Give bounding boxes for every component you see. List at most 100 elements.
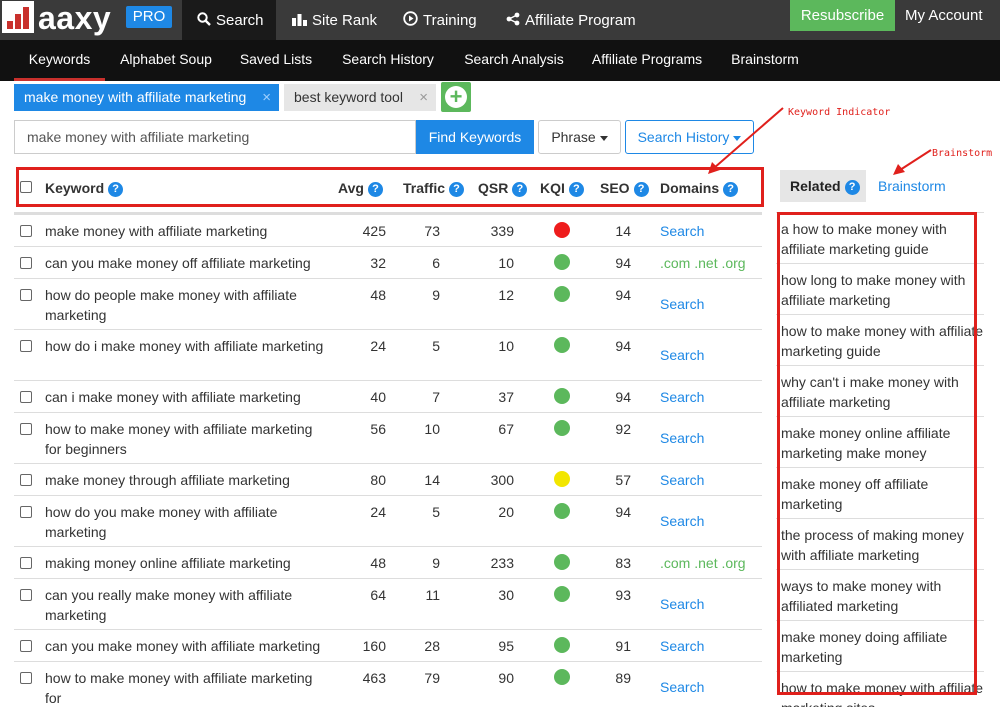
domains-search-link[interactable]: Search bbox=[660, 345, 704, 365]
row-keyword: can you make money off affiliate marketi… bbox=[45, 255, 311, 271]
keyword-search-input[interactable] bbox=[14, 120, 416, 154]
row-checkbox[interactable] bbox=[20, 340, 32, 352]
row-keyword: making money online affiliate marketing bbox=[45, 555, 291, 571]
row-checkbox[interactable] bbox=[20, 557, 32, 569]
aaxy-logo[interactable]: aaxy bbox=[2, 0, 112, 36]
table-row[interactable]: make money with affiliate marketing 425 … bbox=[14, 214, 762, 246]
row-keyword: make money through affiliate marketing bbox=[45, 472, 290, 488]
phrase-dropdown-label: Phrase bbox=[551, 129, 596, 145]
subnav-alphabet-soup[interactable]: Alphabet Soup bbox=[118, 40, 214, 81]
table-row[interactable]: can i make money with affiliate marketin… bbox=[14, 380, 762, 412]
row-qsr: 233 bbox=[490, 555, 514, 571]
row-avg: 425 bbox=[362, 223, 386, 239]
row-checkbox[interactable] bbox=[20, 257, 32, 269]
pro-badge: PRO bbox=[126, 6, 172, 28]
phrase-dropdown[interactable]: Phrase bbox=[538, 120, 621, 154]
table-row[interactable]: can you really make money with affiliate… bbox=[14, 578, 762, 629]
keyword-tag-active[interactable]: make money with affiliate marketing × bbox=[14, 84, 279, 111]
row-qsr: 95 bbox=[498, 638, 514, 654]
domains-search-link[interactable]: Search bbox=[660, 221, 704, 241]
row-checkbox[interactable] bbox=[20, 423, 32, 435]
domains-availability[interactable]: .com .net .org bbox=[660, 253, 746, 273]
table-row[interactable]: can you make money off affiliate marketi… bbox=[14, 246, 762, 278]
domains-search-link[interactable]: Search bbox=[660, 677, 704, 697]
related-panel-tabs: Related? Brainstorm bbox=[780, 170, 984, 202]
kqi-indicator bbox=[554, 222, 570, 238]
keyword-tag[interactable]: best keyword tool × bbox=[284, 84, 436, 111]
topnav-training[interactable]: Training bbox=[403, 0, 477, 40]
row-traffic: 5 bbox=[432, 338, 440, 354]
row-checkbox[interactable] bbox=[20, 474, 32, 486]
row-seo: 94 bbox=[615, 389, 631, 405]
row-seo: 89 bbox=[615, 670, 631, 686]
row-avg: 64 bbox=[370, 587, 386, 603]
table-row[interactable]: make money through affiliate marketing 8… bbox=[14, 463, 762, 495]
subnav-affiliate-programs[interactable]: Affiliate Programs bbox=[590, 40, 704, 81]
subnav-keywords[interactable]: Keywords bbox=[14, 40, 105, 81]
row-keyword: how do i make money with affiliate marke… bbox=[45, 338, 324, 354]
domains-availability[interactable]: .com .net .org bbox=[660, 553, 746, 573]
kqi-indicator bbox=[554, 637, 570, 653]
domains-search-link[interactable]: Search bbox=[660, 594, 704, 614]
tab-brainstorm[interactable]: Brainstorm bbox=[878, 170, 946, 202]
row-checkbox[interactable] bbox=[20, 640, 32, 652]
kqi-indicator bbox=[554, 254, 570, 270]
play-circle-icon bbox=[403, 11, 418, 29]
topnav-search[interactable]: Search bbox=[182, 0, 276, 40]
row-checkbox[interactable] bbox=[20, 672, 32, 684]
row-seo: 94 bbox=[615, 255, 631, 271]
my-account-menu[interactable]: My Account bbox=[905, 0, 1000, 52]
table-row[interactable]: making money online affiliate marketing … bbox=[14, 546, 762, 578]
topnav-affiliate-program[interactable]: Affiliate Program bbox=[506, 0, 636, 40]
table-row[interactable]: how do i make money with affiliate marke… bbox=[14, 329, 762, 380]
row-checkbox[interactable] bbox=[20, 506, 32, 518]
row-avg: 40 bbox=[370, 389, 386, 405]
find-keywords-button[interactable]: Find Keywords bbox=[416, 120, 534, 154]
topnav-site-rank-label: Site Rank bbox=[312, 11, 378, 29]
keyword-indicator-annotation: Keyword Indicator bbox=[788, 107, 891, 118]
logo-text: aaxy bbox=[38, 0, 112, 36]
keyword-indicator-highlight bbox=[16, 167, 764, 207]
resubscribe-button[interactable]: Resubscribe bbox=[790, 0, 895, 31]
close-icon[interactable]: × bbox=[419, 84, 428, 111]
domains-search-link[interactable]: Search bbox=[660, 470, 704, 490]
close-icon[interactable]: × bbox=[262, 84, 271, 111]
table-row[interactable]: how do you make money with affiliate mar… bbox=[14, 495, 762, 546]
table-row[interactable]: how do people make money with affiliate … bbox=[14, 278, 762, 329]
domains-search-link[interactable]: Search bbox=[660, 387, 704, 407]
topnav-site-rank[interactable]: Site Rank bbox=[292, 0, 377, 40]
row-seo: 94 bbox=[615, 287, 631, 303]
my-account-label: My Account bbox=[905, 7, 983, 24]
subnav-saved-lists[interactable]: Saved Lists bbox=[236, 40, 316, 81]
search-history-dropdown[interactable]: Search History bbox=[625, 120, 754, 154]
help-icon[interactable]: ? bbox=[844, 180, 860, 195]
topnav-training-label: Training bbox=[423, 11, 477, 29]
table-row[interactable]: can you make money with affiliate market… bbox=[14, 629, 762, 661]
row-keyword: make money with affiliate marketing bbox=[45, 223, 268, 239]
row-qsr: 67 bbox=[498, 421, 514, 437]
domains-search-link[interactable]: Search bbox=[660, 636, 704, 656]
row-seo: 94 bbox=[615, 338, 631, 354]
add-tag-button[interactable]: + bbox=[441, 82, 471, 112]
row-checkbox[interactable] bbox=[20, 589, 32, 601]
table-row[interactable]: how to make money with affiliate marketi… bbox=[14, 661, 762, 707]
tab-related[interactable]: Related? bbox=[780, 170, 866, 202]
row-checkbox[interactable] bbox=[20, 225, 32, 237]
row-traffic: 9 bbox=[432, 287, 440, 303]
row-avg: 32 bbox=[370, 255, 386, 271]
subnav-search-analysis[interactable]: Search Analysis bbox=[458, 40, 570, 81]
row-keyword: how to make money with affiliate marketi… bbox=[45, 670, 313, 706]
subnav-brainstorm[interactable]: Brainstorm bbox=[726, 40, 804, 81]
table-row[interactable]: how to make money with affiliate marketi… bbox=[14, 412, 762, 463]
row-qsr: 12 bbox=[498, 287, 514, 303]
subnav-search-history[interactable]: Search History bbox=[338, 40, 438, 81]
domains-search-link[interactable]: Search bbox=[660, 294, 704, 314]
row-qsr: 90 bbox=[498, 670, 514, 686]
row-checkbox[interactable] bbox=[20, 289, 32, 301]
row-seo: 91 bbox=[615, 638, 631, 654]
row-checkbox[interactable] bbox=[20, 391, 32, 403]
domains-search-link[interactable]: Search bbox=[660, 511, 704, 531]
domains-search-link[interactable]: Search bbox=[660, 428, 704, 448]
kqi-indicator bbox=[554, 420, 570, 436]
row-avg: 56 bbox=[370, 421, 386, 437]
